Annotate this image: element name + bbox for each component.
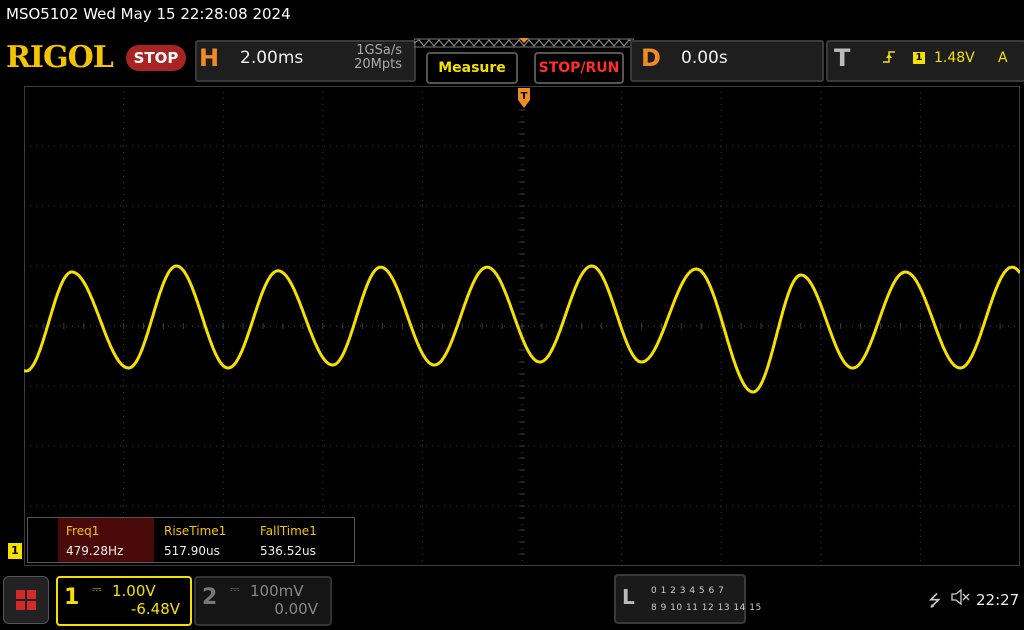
logic-channels-row2: 8 9 10 11 12 13 14 15 (651, 603, 762, 613)
rigol-logo: RIGOL (6, 40, 114, 75)
measurement-value: 517.90us (164, 544, 220, 558)
trigger-position-marker: T (518, 88, 530, 108)
measurement-label: FallTime1 (260, 524, 317, 538)
stop-run-button[interactable]: STOP/RUN (534, 52, 624, 84)
logic-channels-row1: 0 1 2 3 4 5 6 7 (651, 586, 725, 596)
logic-analyzer-letter: L (622, 585, 635, 609)
delay-value: 0.00s (681, 48, 728, 68)
trigger-panel[interactable] (826, 40, 1024, 82)
trigger-level: 1.48V (934, 50, 975, 66)
ch1-number: 1 (64, 585, 80, 610)
measurement-label: Freq1 (66, 524, 100, 538)
measurement-panel[interactable]: Freq1 479.28Hz RiseTime1 517.90us FallTi… (27, 517, 355, 563)
measurement-value: 479.28Hz (66, 544, 124, 558)
clock: 22:27 (976, 591, 1020, 609)
ch2-number: 2 (202, 585, 218, 610)
measurement-value: 536.52us (260, 544, 316, 558)
measure-button[interactable]: Measure (426, 52, 518, 84)
measurement-freq[interactable]: Freq1 479.28Hz (58, 518, 154, 562)
horizontal-letter: H (199, 44, 220, 72)
menu-grid-icon[interactable] (3, 576, 49, 624)
ch1-offset: -6.48V (130, 600, 180, 618)
svg-text:T: T (521, 91, 528, 102)
graticule (24, 86, 1020, 566)
timebase-value: 2.00ms (240, 48, 304, 68)
ch2-scale: 100mV (250, 582, 304, 600)
dc-coupling-icon: ⎓ (92, 582, 102, 596)
trigger-mode: A (998, 50, 1008, 66)
measurement-risetime[interactable]: RiseTime1 517.90us (156, 518, 252, 562)
speaker-muted-icon[interactable] (950, 588, 970, 609)
memory-depth: 20Mpts (354, 57, 402, 72)
usb-icon: ⭍ (928, 591, 942, 610)
ch1-ground-marker[interactable]: 1 (8, 543, 22, 559)
sample-rate: 1GSa/s (356, 43, 402, 58)
ch1-scale: 1.00V (112, 582, 156, 600)
measurement-falltime[interactable]: FallTime1 536.52us (252, 518, 348, 562)
run-state-badge[interactable]: STOP (126, 45, 186, 71)
waveform-grid[interactable] (24, 86, 1020, 566)
trigger-source-badge: 1 (913, 52, 925, 64)
dc-coupling-icon: ⎓ (230, 582, 240, 596)
delay-letter: D (641, 44, 661, 72)
trigger-letter: T (834, 44, 851, 72)
ch2-offset: 0.00V (274, 600, 318, 618)
memory-position-bar (414, 38, 634, 48)
measurement-label: RiseTime1 (164, 524, 227, 538)
title-text: MSO5102 Wed May 15 22:28:08 2024 (6, 5, 291, 23)
rising-edge-icon (882, 50, 896, 68)
